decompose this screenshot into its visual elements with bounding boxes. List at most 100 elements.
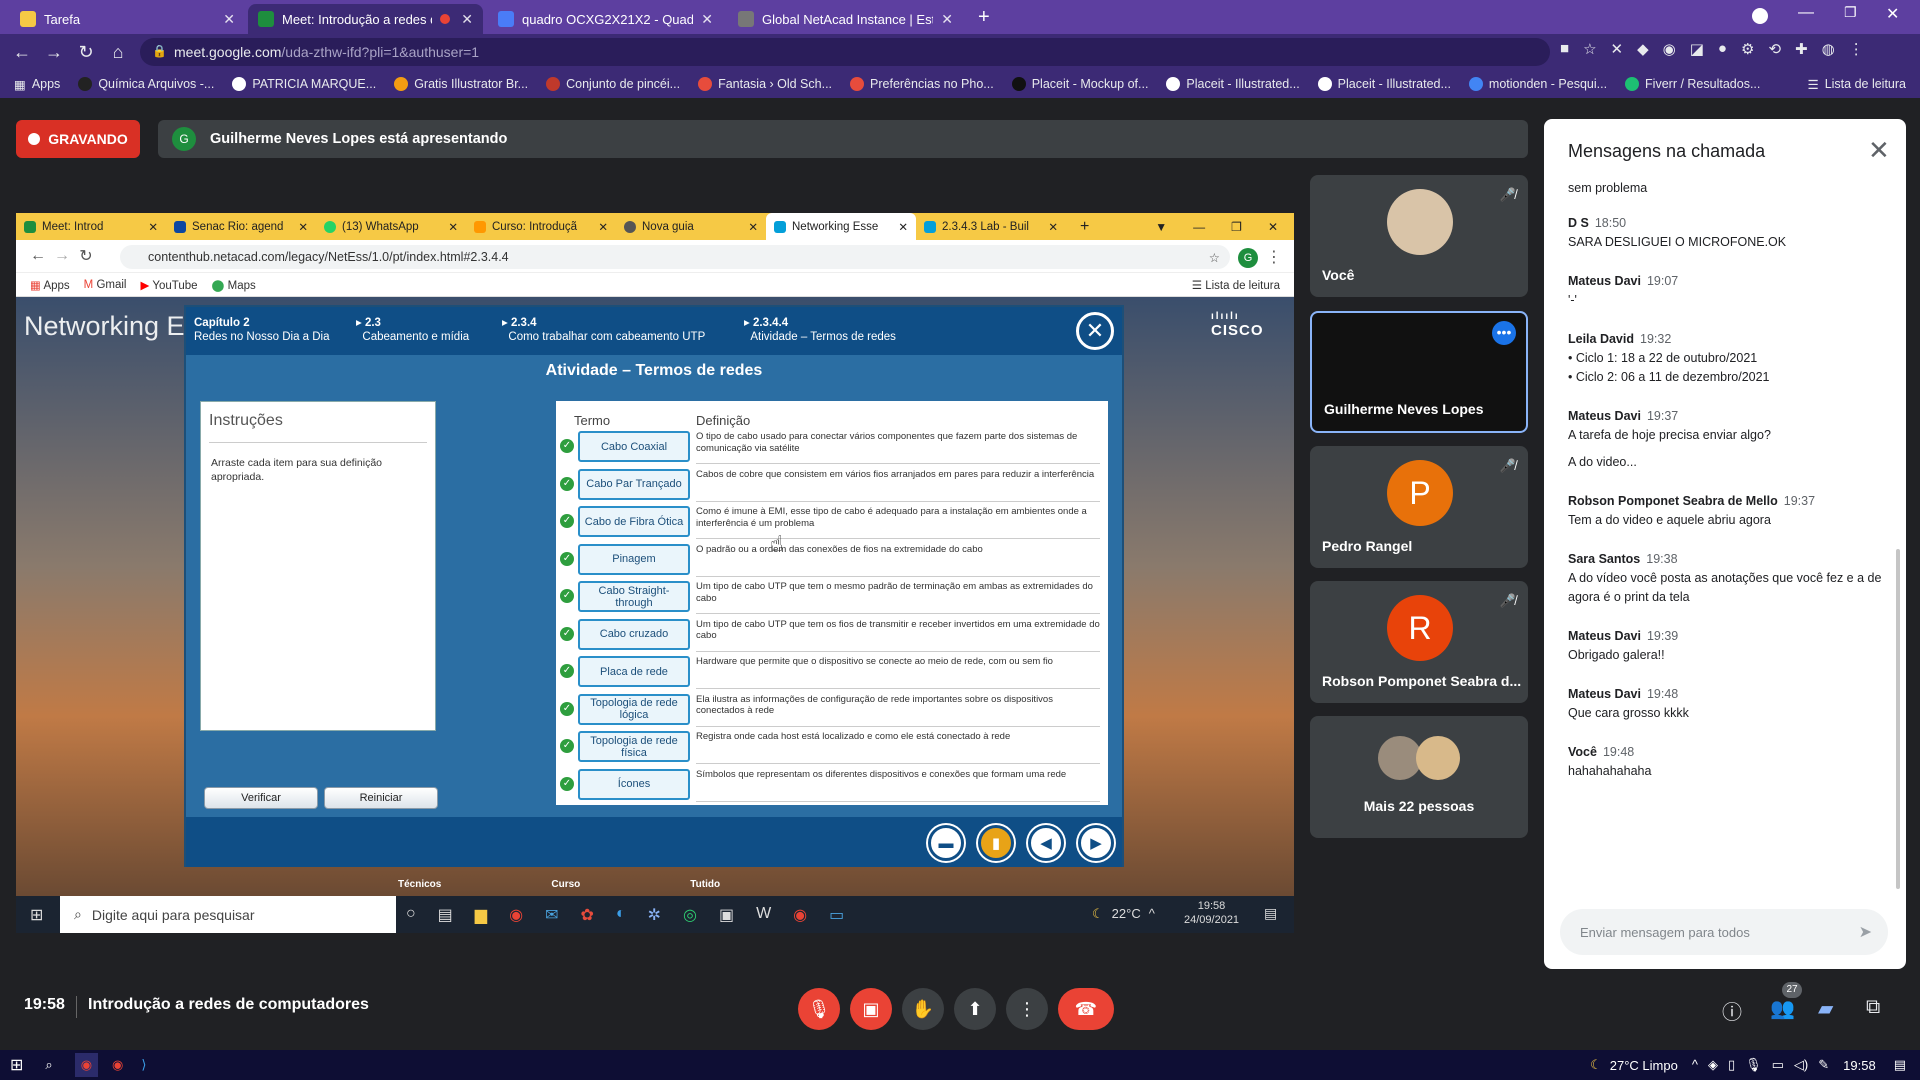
camera-off-icon: ▣ [862, 998, 880, 1019]
address-bar[interactable]: 🔒 meet.google.com/uda-zthw-ifd?pli=1&aut… [140, 38, 1550, 66]
vscode-icon[interactable]: ⟩ [141, 1057, 146, 1073]
avatar-icon[interactable]: ◍ [1822, 40, 1835, 58]
close-tab-icon[interactable]: ✕ [701, 11, 713, 28]
chat-message: Mateus Davi 19:39 Obrigado galera!! [1568, 627, 1890, 665]
bookmark-apps[interactable]: ▦ Apps [14, 77, 60, 92]
message-time: 19:37 [1646, 409, 1679, 423]
new-tab-button[interactable]: + [978, 6, 990, 29]
more-options-button[interactable]: ⋮ [1006, 988, 1048, 1030]
participant-tile-presenter[interactable]: ••• Guilherme Neves Lopes [1310, 311, 1528, 433]
course-page: Networking E ılıılı CISCO Técnicos Curso Tu… [16, 297, 1294, 896]
term-row: ✓ Placa de rede Hardware que permite que o… [556, 654, 1108, 691]
forward-icon[interactable]: → [38, 42, 70, 63]
camera-icon[interactable]: ■ [1560, 40, 1569, 58]
people-icon[interactable]: 👥 [1770, 996, 1795, 1021]
minimize-button[interactable]: — [1798, 4, 1814, 22]
reload-icon[interactable]: ↻ [70, 42, 102, 63]
os-clock: 19:58 [1843, 1057, 1876, 1073]
more-options-icon[interactable]: ••• [1492, 321, 1516, 345]
bookmark[interactable]: PATRICIA MARQUE... [232, 77, 376, 91]
chat-icon[interactable]: ▰ [1818, 996, 1833, 1021]
participant-tile-more[interactable]: Mais 22 pessoas [1310, 716, 1528, 838]
bookmark-label: Lista de leitura [1824, 77, 1906, 91]
bookmark[interactable]: Gratis Illustrator Br... [394, 77, 528, 91]
chat-message: D S 18:50 SARA DESLIGUEI O MICROFONE.OK [1568, 214, 1890, 252]
close-activity-icon: ✕ [1076, 312, 1114, 350]
close-tab-icon[interactable]: ✕ [941, 11, 953, 28]
window-close-button[interactable]: ✕ [1886, 4, 1899, 24]
cisco-wordmark: CISCO [1211, 322, 1264, 339]
extension-icon[interactable]: ✕ [1611, 40, 1624, 58]
more-vert-icon: ⋮ [1018, 998, 1036, 1019]
bookmark[interactable]: Química Arquivos -... [78, 77, 214, 91]
send-icon[interactable]: ➤ [1859, 922, 1872, 942]
bookmark-icon [850, 77, 865, 91]
close-tab-icon: ✕ [148, 221, 158, 234]
bookmark[interactable]: Fantasia › Old Sch... [698, 77, 832, 91]
minimize-icon: — [1193, 219, 1206, 234]
close-icon[interactable]: ✕ [1868, 135, 1890, 166]
home-icon[interactable]: ⌂ [102, 42, 134, 63]
phone-hangup-icon: ☎ [1074, 998, 1098, 1019]
chat-input[interactable]: Enviar mensagem para todos ➤ [1560, 909, 1888, 955]
chrome-icon[interactable]: ◉ [74, 1053, 99, 1077]
participant-tile-you[interactable]: 🎤̸ Você [1310, 175, 1528, 297]
menu-icon[interactable]: ⋮ [1849, 40, 1864, 58]
close-tab-icon[interactable]: ✕ [223, 11, 235, 28]
mic-toggle-button[interactable]: 🎙 [798, 988, 840, 1030]
bookmark[interactable]: Preferências no Pho... [850, 77, 994, 91]
tab-quadro[interactable]: quadro OCXG2X21X2 - Quadro F ✕ [488, 4, 723, 34]
tab-netacad[interactable]: Global NetAcad Instance | Estou ✕ [728, 4, 963, 34]
record-icon [28, 133, 41, 145]
present-button[interactable]: ⬆ [954, 988, 996, 1030]
windows-start-icon: ⊞ [30, 906, 44, 924]
chevron-up-icon[interactable]: ^ [1692, 1057, 1698, 1073]
bookmark[interactable]: Conjunto de pincéi... [546, 77, 680, 91]
bookmark[interactable]: Placeit - Illustrated... [1317, 77, 1451, 91]
tab-label: Tarefa [44, 11, 81, 27]
windows-start-icon[interactable]: ⊞ [10, 1055, 23, 1075]
tab-meet[interactable]: Meet: Introdução a redes de ✕ [248, 4, 483, 34]
chrome-icon[interactable]: ◉ [112, 1057, 123, 1073]
bookmark[interactable]: Placeit - Mockup of... [1011, 77, 1148, 91]
leave-call-button[interactable]: ☎ [1058, 988, 1114, 1030]
extension-icon[interactable]: ⟲ [1768, 40, 1781, 58]
close-tab-icon[interactable]: ✕ [461, 11, 473, 28]
profile-dropdown-icon[interactable] [1752, 8, 1768, 24]
extension-icon[interactable]: ◪ [1690, 40, 1704, 58]
participant-tile[interactable]: R 🎤̸ Robson Pomponet Seabra d... [1310, 581, 1528, 703]
puzzle-icon[interactable]: ✚ [1795, 40, 1808, 58]
star-icon[interactable]: ☆ [1583, 40, 1596, 58]
scrollbar[interactable] [1896, 549, 1900, 889]
participant-name: Guilherme Neves Lopes [1324, 401, 1484, 417]
extension-icon[interactable]: ● [1718, 40, 1727, 58]
info-icon[interactable]: ⓘ [1722, 996, 1742, 1025]
close-tab-icon: ✕ [1048, 221, 1058, 234]
bookmark-label: Fiverr / Resultados... [1645, 77, 1761, 91]
extension-icon[interactable]: ◉ [1663, 40, 1676, 58]
weather-text: 27°C Limpo [1609, 1057, 1678, 1073]
presenter-avatar: G [172, 127, 196, 151]
restore-button[interactable]: ❐ [1844, 4, 1857, 21]
bookmark[interactable]: Fiverr / Resultados... [1625, 77, 1760, 91]
camera-toggle-button[interactable]: ▣ [850, 988, 892, 1030]
bookmark[interactable]: Placeit - Illustrated... [1166, 77, 1300, 91]
bookmark[interactable]: motionden - Pesqui... [1468, 77, 1607, 91]
back-icon[interactable]: ← [6, 42, 38, 63]
extension-icon[interactable]: ◆ [1637, 40, 1649, 58]
search-icon[interactable]: ⌕ [45, 1057, 52, 1073]
tab-tarefa[interactable]: Tarefa ✕ [10, 4, 245, 34]
chat-message: Mateus Davi 19:37 A tarefa de hoje precisa… [1568, 407, 1890, 472]
bookmark-apps: ▦ Apps [30, 278, 70, 292]
raise-hand-button[interactable]: ✋ [902, 988, 944, 1030]
message-text: '-' [1568, 293, 1577, 307]
breadcrumb-label: Atividade – Termos de redes [750, 331, 896, 343]
notifications-icon[interactable]: ▤ [1894, 1057, 1906, 1073]
breadcrumb-item: ▸ 2.3 Cabeamento e mídia [356, 317, 470, 343]
close-tab-icon: ✕ [748, 221, 758, 234]
activities-icon[interactable]: ⧉ [1866, 996, 1880, 1019]
participant-tile[interactable]: P 🎤̸ Pedro Rangel [1310, 446, 1528, 568]
settings-icon[interactable]: ⚙ [1741, 40, 1754, 58]
bookmark-label: Química Arquivos -... [98, 77, 215, 91]
reading-list[interactable]: ☰ Lista de leitura [1807, 77, 1906, 92]
